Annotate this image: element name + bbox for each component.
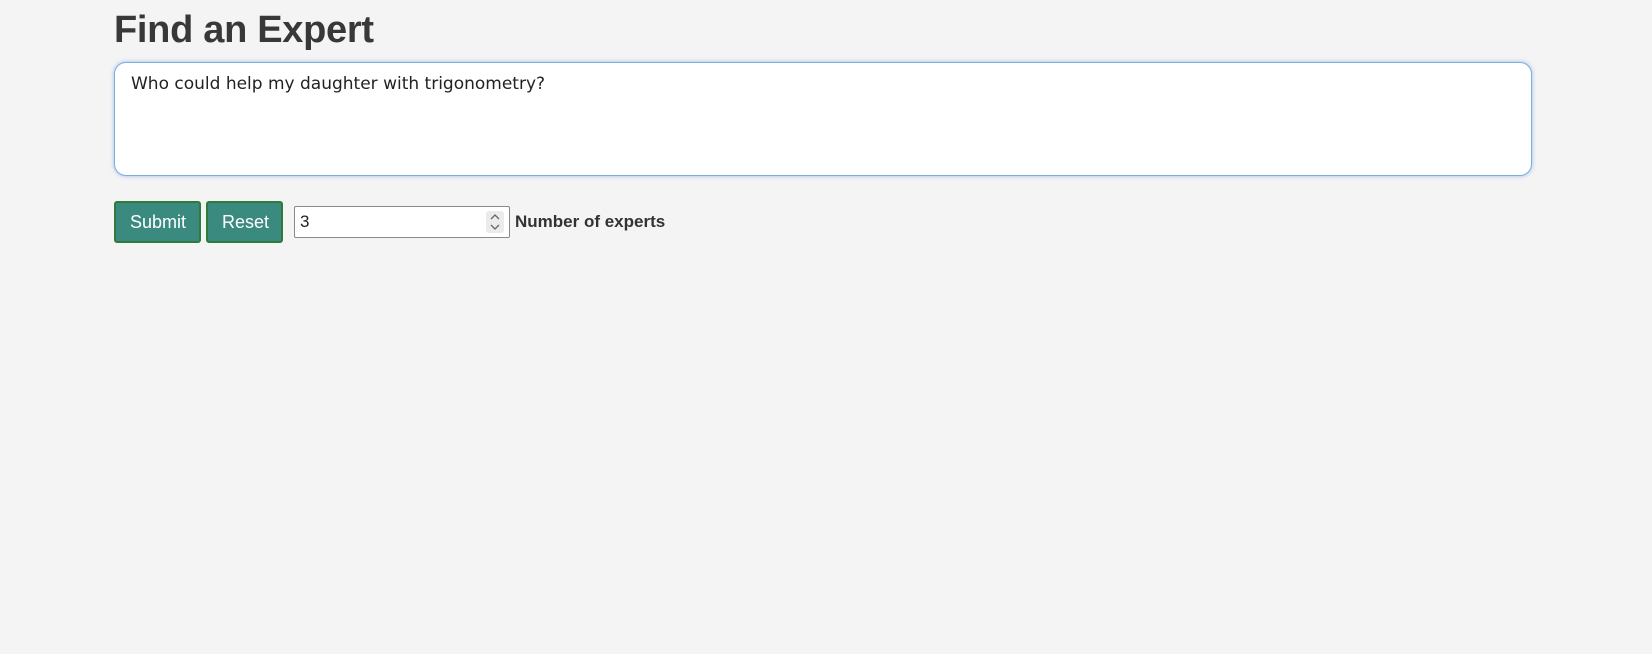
- controls-row: Submit Reset 3 Number of experts: [114, 201, 665, 243]
- page-container: Find an Expert Who could help my daughte…: [114, 0, 1532, 243]
- num-experts-label: Number of experts: [515, 212, 666, 231]
- reset-button[interactable]: Reset: [206, 201, 283, 243]
- chevron-up-down-icon[interactable]: [486, 211, 504, 233]
- query-textarea[interactable]: Who could help my daughter with trigonom…: [114, 62, 1532, 176]
- submit-button[interactable]: Submit: [114, 201, 201, 243]
- num-experts-stepper[interactable]: 3: [294, 206, 510, 238]
- page-title: Find an Expert: [114, 9, 374, 51]
- num-experts-value[interactable]: 3: [300, 207, 309, 236]
